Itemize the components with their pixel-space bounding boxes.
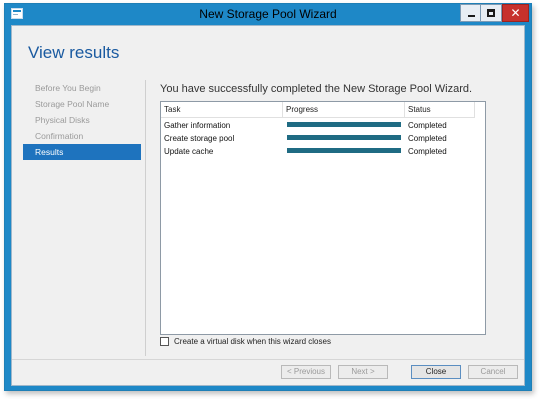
close-window-button[interactable]: ✕ [502,4,529,22]
status-cell: Completed [408,147,447,156]
previous-button[interactable]: < Previous [281,365,331,379]
maximize-button[interactable] [481,4,502,22]
sidebar-item-results[interactable]: Results [23,144,141,160]
progress-bar-fill [287,122,401,127]
column-header-task[interactable]: Task [161,102,283,118]
progress-bar [287,148,401,153]
column-header-progress[interactable]: Progress [283,102,405,118]
create-virtual-disk-checkbox[interactable] [160,337,169,346]
column-header-status[interactable]: Status [405,102,475,118]
progress-bar-fill [287,148,401,153]
cancel-button[interactable]: Cancel [468,365,518,379]
wizard-steps-sidebar: Before You Begin Storage Pool Name Physi… [23,80,141,160]
close-icon: ✕ [510,6,521,20]
minimize-button[interactable] [460,4,481,22]
title-bar[interactable]: New Storage Pool Wizard ✕ [5,4,531,25]
sidebar-item-before-you-begin[interactable]: Before You Begin [23,80,141,96]
results-heading: You have successfully completed the New … [160,83,473,95]
status-cell: Completed [408,121,447,130]
task-cell: Gather information [164,121,231,130]
create-virtual-disk-label[interactable]: Create a virtual disk when this wizard c… [174,336,331,348]
results-table: Task Progress Status Gather information … [160,101,486,335]
table-row[interactable]: Create storage pool Completed [161,132,485,145]
task-cell: Update cache [164,147,214,156]
footer-divider [12,359,524,360]
minimize-icon [468,15,475,17]
task-cell: Create storage pool [164,134,235,143]
wizard-client-area: View results Before You Begin Storage Po… [11,25,525,386]
table-row[interactable]: Update cache Completed [161,145,485,158]
wizard-window: New Storage Pool Wizard ✕ View results B… [4,3,532,391]
window-title: New Storage Pool Wizard [199,7,337,21]
progress-bar-fill [287,135,401,140]
close-button[interactable]: Close [411,365,461,379]
progress-bar [287,122,401,127]
sidebar-item-storage-pool-name[interactable]: Storage Pool Name [23,96,141,112]
sidebar-divider [145,80,146,356]
maximize-icon [487,9,495,17]
page-title: View results [28,43,120,62]
sidebar-item-physical-disks[interactable]: Physical Disks [23,112,141,128]
progress-bar [287,135,401,140]
sidebar-item-confirmation[interactable]: Confirmation [23,128,141,144]
table-row[interactable]: Gather information Completed [161,119,485,132]
next-button[interactable]: Next > [338,365,388,379]
status-cell: Completed [408,134,447,143]
